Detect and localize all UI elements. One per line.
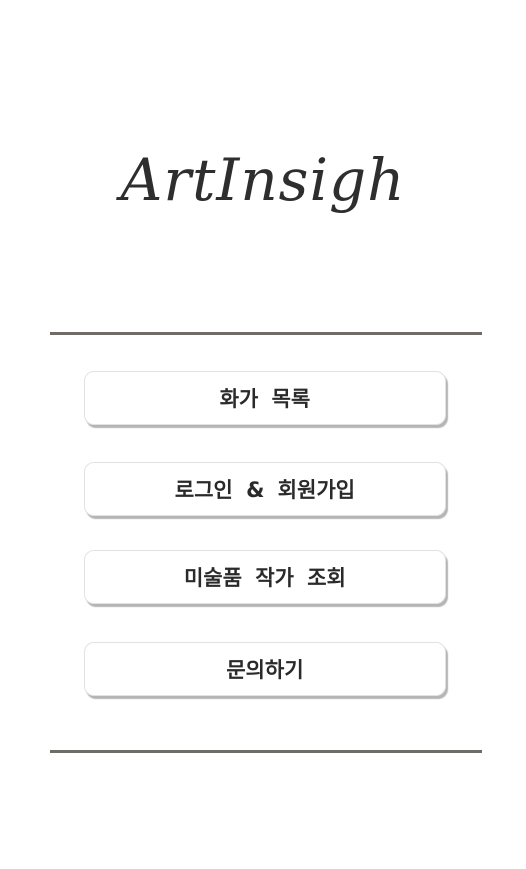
top-divider — [50, 332, 482, 335]
painter-list-button[interactable]: 화가 목록 — [84, 371, 446, 425]
login-signup-button[interactable]: 로그인 & 회원가입 — [84, 462, 446, 516]
artwork-artist-search-button[interactable]: 미술품 작가 조회 — [84, 550, 446, 604]
bottom-divider — [50, 750, 482, 753]
contact-button[interactable]: 문의하기 — [84, 642, 446, 696]
app-logo: ArtInsigh — [120, 146, 406, 214]
